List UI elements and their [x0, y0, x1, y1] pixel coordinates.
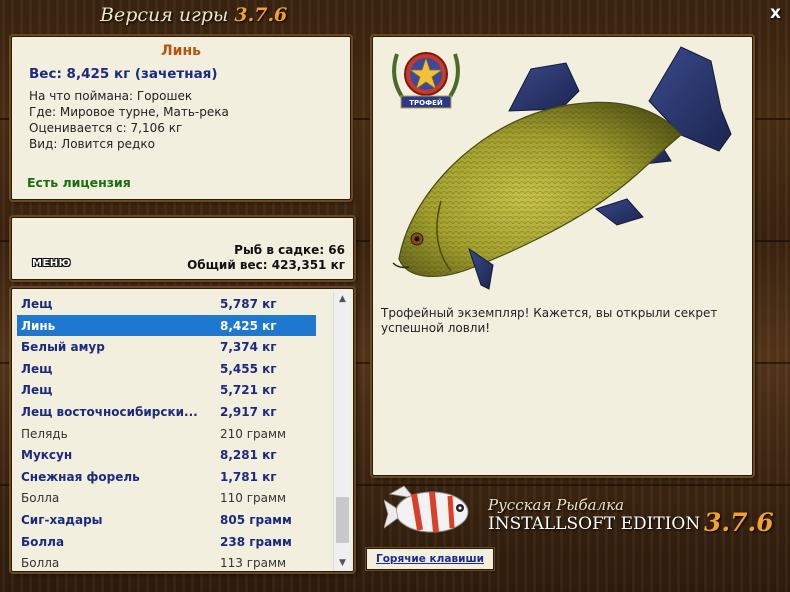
brand-fish-icon — [384, 485, 469, 533]
scroll-thumb[interactable] — [336, 497, 349, 543]
fish-list-item-name: Снежная форель — [21, 469, 140, 484]
list-scrollbar[interactable]: ▲ ▼ — [333, 291, 350, 571]
fish-list-item[interactable]: Снежная форель 1,781 кг — [17, 466, 316, 487]
fish-list-item-weight: 5,721 кг — [220, 383, 277, 398]
fish-list-item[interactable]: Лещ 5,721 кг — [17, 379, 316, 400]
fish-list-item-name: Лещ — [21, 383, 53, 398]
fish-list-item[interactable]: Лещ восточносибирски... 2,917 кг — [17, 401, 316, 422]
fish-count: Рыб в садке: 66 — [234, 243, 345, 257]
trophy-panel: ТРОФЕЙ Трофейный экземпляр! Кажется, вы … — [372, 36, 753, 476]
trophy-description: Трофейный экземпляр! Кажется, вы открыли… — [381, 306, 718, 335]
fish-list-item-weight: 2,917 кг — [220, 405, 277, 419]
close-button[interactable]: x — [770, 3, 781, 23]
fish-list-item-name: Лещ — [21, 297, 53, 311]
fish-list-item[interactable]: Линь 8,425 кг — [17, 314, 316, 336]
fish-list-item-weight: 238 грамм — [220, 534, 292, 549]
fish-list-item[interactable]: Пелядь 210 грамм — [17, 423, 316, 444]
scroll-up-icon[interactable]: ▲ — [334, 291, 351, 307]
fish-list-item[interactable]: Сиг-хадары 805 грамм — [17, 509, 316, 530]
fish-list-item-name: Линь — [21, 318, 56, 333]
window-title: Версия игры 3.7.6 — [100, 4, 287, 26]
fish-list-item-name: Лещ — [21, 361, 53, 376]
fish-list-item[interactable]: Белый амур 7,374 кг — [17, 336, 316, 357]
fish-list-item[interactable]: Болла 110 грамм — [17, 487, 316, 508]
fish-list-item-weight: 805 грамм — [220, 513, 292, 527]
fish-list-panel: Лещ 5,787 кг Линь 8,425 кг Белый амур 7,374 к… — [11, 288, 354, 572]
fish-list-item[interactable]: Лещ 5,455 кг — [17, 358, 316, 379]
fish-list-item[interactable]: Болла 238 грамм — [17, 531, 316, 552]
fish-list-item-name: Болла — [21, 534, 65, 549]
fish-weight: Вес: 8,425 кг (зачетная) — [29, 66, 218, 82]
trophy-badge-icon: ТРОФЕЙ — [392, 52, 460, 109]
fish-list-item-weight: 5,787 кг — [220, 297, 277, 311]
title-text: Версия игры — [100, 4, 229, 26]
fish-list-item-weight: 113 грамм — [220, 556, 287, 571]
license-status: Есть лицензия — [27, 175, 131, 190]
fish-list-item-name: Пелядь — [21, 426, 68, 441]
bait-info: На что поймана: Горошек — [29, 89, 193, 103]
brand-version: 3.7.6 — [704, 508, 774, 537]
fish-list-item-name: Лещ восточносибирски... — [21, 405, 198, 419]
menu-button[interactable]: МЕНЮ — [32, 258, 71, 269]
fish-list-item-weight: 1,781 кг — [220, 469, 277, 484]
hotkeys-button[interactable]: Горячие клавиши — [366, 548, 494, 570]
fish-list-item-weight: 7,374 кг — [220, 340, 277, 355]
rarity-info: Вид: Ловится редко — [29, 137, 155, 151]
title-version: 3.7.6 — [234, 4, 288, 26]
total-weight: Общий вес: 423,351 кг — [187, 258, 345, 272]
brand-logo: Русская Рыбалка INSTALLSOFT EDITION 3.7.… — [382, 482, 782, 544]
fish-list-item-weight: 110 грамм — [220, 491, 287, 506]
fish-list-item-name: Болла — [21, 556, 60, 571]
location-info: Где: Мировое турне, Мать-река — [29, 105, 229, 119]
fish-name: Линь — [161, 43, 201, 59]
fish-list-item-weight: 8,281 кг — [220, 448, 277, 463]
rating-info: Оценивается с: 7,106 кг — [29, 121, 183, 135]
fish-list-item-name: Белый амур — [21, 340, 105, 355]
fish-list-item-name: Муксун — [21, 448, 73, 463]
brand-edition: INSTALLSOFT EDITION — [488, 514, 701, 534]
fish-list-item[interactable]: Муксун 8,281 кг — [17, 444, 316, 465]
catch-info-panel: Линь Вес: 8,425 кг (зачетная) На что пой… — [11, 36, 351, 200]
fish-list-item[interactable]: Болла 113 грамм — [17, 552, 316, 571]
fish-list-item[interactable]: Лещ 5,787 кг — [17, 293, 316, 314]
catch-summary-panel: МЕНЮ Рыб в садке: 66 Общий вес: 423,351 … — [11, 217, 354, 280]
fish-list-item-name: Сиг-хадары — [21, 513, 103, 527]
fish-list-item-weight: 8,425 кг — [220, 318, 277, 333]
brand-name: Русская Рыбалка — [488, 496, 625, 514]
fish-list-item-weight: 5,455 кг — [220, 361, 277, 376]
scroll-down-icon[interactable]: ▼ — [334, 555, 351, 571]
fish-list-item-name: Болла — [21, 491, 60, 506]
trophy-badge-label: ТРОФЕЙ — [409, 98, 443, 107]
fish-list-item-weight: 210 грамм — [220, 426, 287, 441]
